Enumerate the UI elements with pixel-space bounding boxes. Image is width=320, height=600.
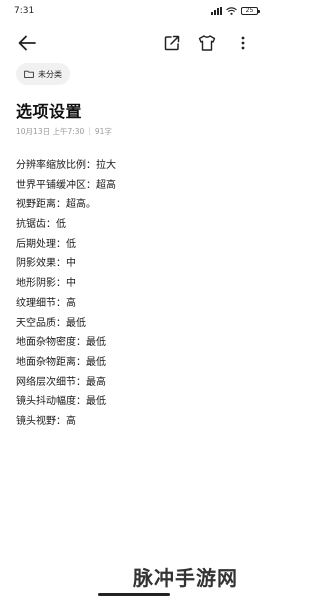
toolbar [0, 30, 270, 56]
note-line: 纹理细节：高 [16, 297, 76, 309]
note-line: 分辨率缩放比例：拉大 [16, 160, 116, 171]
wifi-icon [226, 7, 237, 15]
note-line: 地面杂物密度：最低 [16, 337, 106, 349]
status-time: 7:31 [14, 6, 35, 16]
shirt-icon[interactable] [197, 33, 217, 53]
battery-icon: 25 [241, 7, 260, 15]
status-bar: 7:31 25 [0, 0, 270, 24]
note-line: 镜头抖动幅度：最低 [16, 396, 106, 408]
more-vertical-icon[interactable] [236, 33, 250, 53]
meta-separator: | [88, 126, 91, 135]
note-line: 世界平铺缓冲区：超高 [16, 179, 116, 191]
note-line: 网络层次细节：最高 [16, 376, 106, 388]
note-line: 视野距离：超高。 [16, 199, 96, 211]
note-title[interactable]: 选项设置 [16, 98, 82, 122]
battery-level: 25 [245, 7, 254, 14]
note-date: 10月13日 上午7:30 [16, 127, 85, 136]
note-line: 天空品质：最低 [16, 317, 86, 329]
note-line: 阴影效果：中 [16, 258, 76, 270]
category-label: 未分类 [38, 69, 62, 79]
note-line: 后期处理：低 [16, 238, 76, 250]
note-body[interactable]: 分辨率缩放比例：拉大 世界平铺缓冲区：超高 视野距离：超高。 抗锯齿：低 后期处… [16, 156, 256, 432]
note-char-count: 91字 [94, 127, 112, 136]
watermark: 脉冲手游网 [133, 566, 238, 590]
share-icon[interactable] [162, 33, 182, 53]
note-meta: 10月13日 上午7:30 | 91字 [16, 126, 112, 137]
note-line: 地面杂物距离：最低 [16, 356, 106, 368]
note-line: 抗锯齿：低 [16, 219, 66, 231]
note-line: 地形阴影：中 [16, 278, 76, 290]
folder-icon [24, 70, 34, 78]
signal-icon [211, 7, 222, 15]
category-chip[interactable]: 未分类 [16, 63, 70, 85]
status-icons: 25 [211, 7, 260, 15]
note-line: 镜头视野：高 [16, 415, 76, 427]
home-indicator[interactable] [98, 593, 170, 596]
back-arrow-icon[interactable] [16, 32, 38, 54]
